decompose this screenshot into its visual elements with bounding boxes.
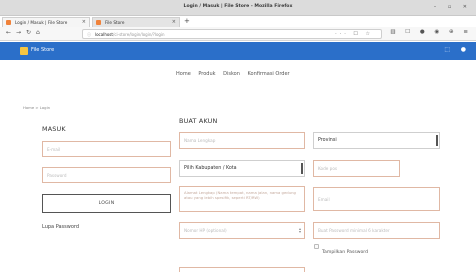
home-icon[interactable]: ⌂ [36, 29, 40, 36]
user-icon[interactable]: ● [461, 46, 466, 53]
store-logo-icon [20, 47, 28, 55]
menu-item-home[interactable]: Home [176, 71, 191, 77]
close-tab-icon[interactable]: × [172, 19, 176, 25]
forgot-password-link[interactable]: Lupa Password [42, 224, 79, 230]
cart-icon[interactable]: ⬚ [444, 46, 450, 53]
phone-number-field[interactable]: Nomor HP (optional) ▴ ▾ [179, 222, 305, 239]
number-stepper-icon[interactable]: ▴ ▾ [299, 227, 301, 234]
menu-item-produk[interactable]: Produk [198, 71, 215, 77]
favicon-icon [96, 20, 101, 25]
navigation-bar: ← → ↻ ⌂ ⓘ localhost/ci-store/login/login… [0, 27, 476, 41]
toolbar-icons[interactable]: ▥ ☐ ● ◉ ⊕ ≡ [390, 29, 472, 35]
tab-file-store[interactable]: File Store × [92, 17, 180, 27]
login-button[interactable]: LOGIN [42, 194, 171, 213]
province-select[interactable]: Provinsi [313, 132, 440, 149]
favicon-icon [6, 20, 11, 25]
register-heading: BUAT AKUN [179, 117, 218, 125]
login-password-field[interactable]: Password [42, 167, 171, 183]
main-menu: Home Produk Diskon Konfirmasi Order [176, 71, 296, 77]
url-host: localhost [95, 32, 113, 37]
menu-item-konfirmasi-order[interactable]: Konfirmasi Order [248, 71, 290, 77]
city-select-value: Pilih Kabupaten / Kota [184, 166, 237, 171]
show-password-label[interactable]: Tampilkan Password [322, 250, 368, 255]
forward-icon[interactable]: → [16, 29, 21, 36]
tab-login[interactable]: Login / Masuk | File Store × [2, 17, 90, 27]
site-header: File Store ⬚ ● [0, 42, 476, 60]
menu-item-diskon[interactable]: Diskon [223, 71, 240, 77]
brand-name[interactable]: File Store [31, 47, 54, 53]
city-select[interactable]: Pilih Kabupaten / Kota [179, 160, 305, 177]
phone-number-placeholder: Nomor HP (optional) [184, 228, 227, 233]
browser-titlebar: Login / Masuk | File Store - Mozilla Fir… [0, 0, 476, 16]
chevron-down-icon [301, 163, 303, 174]
tab-label: File Store [105, 20, 125, 25]
register-password-field[interactable]: Buat Password minimal 6 karakter [313, 222, 440, 239]
info-icon[interactable]: ⓘ [87, 32, 91, 38]
login-heading: MASUK [42, 125, 66, 133]
register-email-field[interactable]: Email [313, 187, 440, 211]
url-path: /ci-store/login/login/?login [112, 32, 165, 37]
tab-label: Login / Masuk | File Store [15, 20, 68, 25]
postcode-field[interactable]: Kode pos [313, 160, 400, 177]
address-textarea[interactable]: Alamat Lengkap (Nama tempat, nama jalan,… [179, 186, 305, 212]
full-name-field[interactable]: Nama Lengkap [179, 132, 305, 149]
next-field-partial[interactable] [179, 267, 305, 272]
reload-icon[interactable]: ↻ [26, 29, 31, 36]
back-icon[interactable]: ← [6, 29, 11, 36]
window-controls[interactable]: – ▫ ✕ [434, 4, 472, 10]
url-actions[interactable]: ··· ☐ ☆ [335, 31, 373, 37]
url-bar[interactable]: ⓘ localhost/ci-store/login/login/?login … [82, 29, 382, 39]
new-tab-icon[interactable]: + [184, 17, 190, 25]
window-title: Login / Masuk | File Store - Mozilla Fir… [183, 4, 293, 9]
chevron-down-icon [436, 135, 438, 146]
province-select-value: Provinsi [318, 138, 337, 143]
breadcrumb[interactable]: Home > Login [23, 105, 50, 110]
login-email-field[interactable]: E-mail [42, 141, 171, 157]
show-password-checkbox[interactable] [314, 244, 319, 249]
close-tab-icon[interactable]: × [82, 19, 86, 25]
